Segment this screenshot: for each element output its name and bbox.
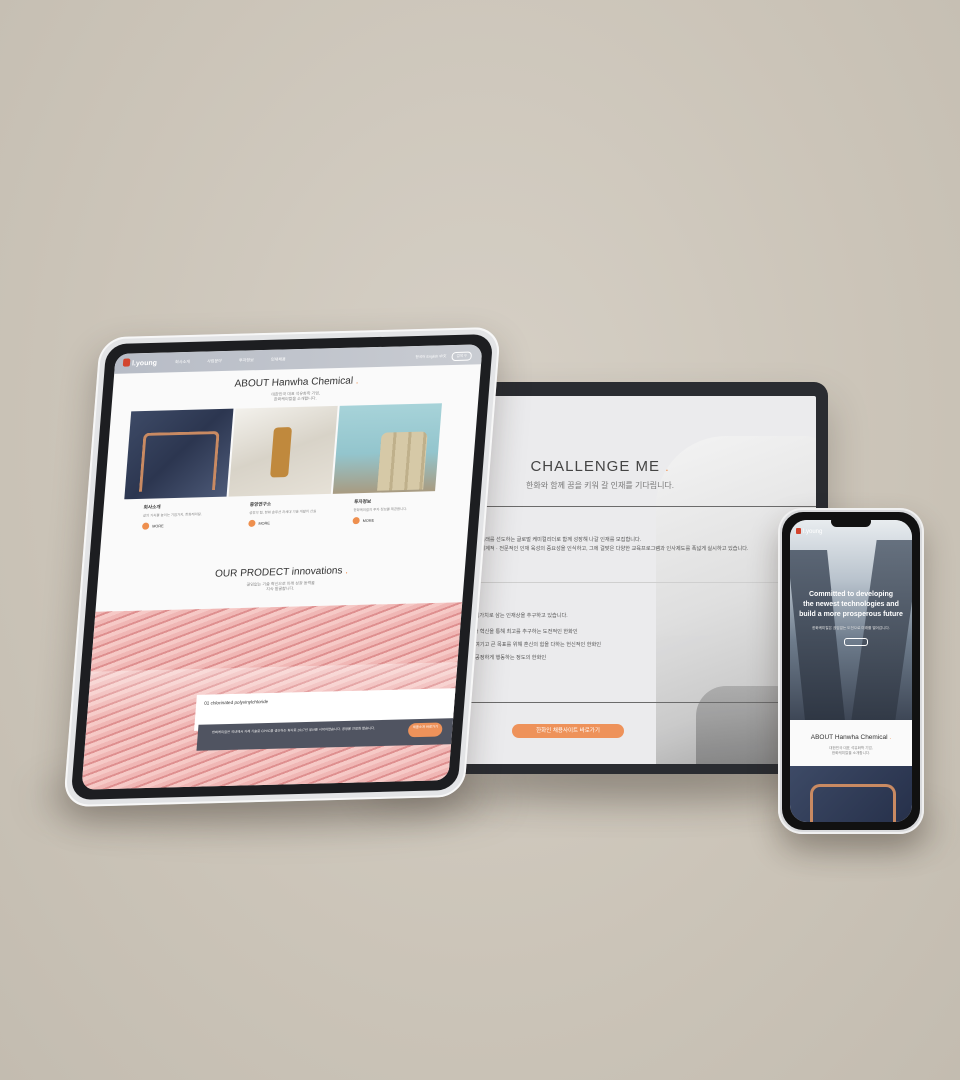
accent-dot: . <box>665 460 670 474</box>
about-subtitle: 대한민국 대표 석유화학 기업, 한화케미칼을 소개합니다. <box>829 746 873 755</box>
building-image <box>790 766 912 822</box>
product-detail-button[interactable]: 제품소개 바로가기 <box>407 722 443 738</box>
phone-screen: l.young Committed to developing the newes… <box>790 520 912 822</box>
hero-more-button[interactable] <box>844 638 868 646</box>
card-title: 회사소개 <box>143 504 161 510</box>
hero-subtext: 한화케미칼은 끊임없는 도전으로 미래를 열어갑니다. <box>812 626 890 630</box>
logo-mark-icon <box>796 528 801 534</box>
arrow-icon <box>248 519 256 527</box>
card-image-building[interactable] <box>124 408 234 500</box>
tablet-device: l.young 회사소개 사업분야 투자정보 인재채용 한국어 English … <box>30 318 530 818</box>
site-logo[interactable]: l.young <box>796 528 822 535</box>
card-caption: 투자정보 한화케미칼의 투자 정보를 제공합니다. MORE <box>352 497 454 524</box>
more-link[interactable]: MORE <box>141 520 243 530</box>
menu-item[interactable]: 회사소개 <box>175 359 190 364</box>
logo-mark-icon <box>122 358 131 367</box>
card-title: 중앙연구소 <box>249 501 272 507</box>
site-logo[interactable]: l.young <box>122 358 158 368</box>
card-image-lab[interactable] <box>228 405 338 497</box>
language-links[interactable]: 한국어 English 中文 <box>415 354 446 359</box>
about-cards <box>124 403 444 501</box>
main-menu: 회사소개 사업분야 투자정보 인재채용 <box>175 356 302 365</box>
card-desc: 삶의 가치를 높이는 기업가치, 한화케미칼. <box>142 512 202 518</box>
product-desc: 한화케미칼은 국내에서 자체 기술로 CPVC를 생산하는 회사로 2017년 … <box>211 726 376 735</box>
menu-item[interactable]: 사업분야 <box>207 358 222 363</box>
menu-item[interactable]: 인재채용 <box>271 356 286 361</box>
arrow-icon <box>352 516 360 524</box>
more-link[interactable]: MORE <box>248 517 349 527</box>
tablet-bezel: l.young 회사소개 사업분야 투자정보 인재채용 한국어 English … <box>70 334 494 800</box>
card-title: 투자정보 <box>353 498 372 505</box>
accent-dot: . <box>889 734 892 741</box>
card-image-silo[interactable] <box>332 403 442 494</box>
hero-image <box>790 520 912 720</box>
accent-dot: . <box>355 375 360 387</box>
hero-headline: Committed to developing the newest techno… <box>799 591 903 618</box>
phone-device: l.young Committed to developing the newes… <box>778 508 924 834</box>
search-icon: ⚲ <box>463 353 467 358</box>
utility-bar: 한국어 English 中文 검색 ⚲ <box>415 351 473 362</box>
about-title: ABOUT Hanwha Chemical . <box>810 734 892 741</box>
top-nav: l.young 회사소개 사업분야 투자정보 인재채용 한국어 English … <box>114 344 483 374</box>
more-link[interactable]: MORE <box>352 514 453 524</box>
accent-dot: . <box>344 565 349 577</box>
product-label: 01 chlorinated polyvinylchloride <box>204 699 269 706</box>
arrow-icon <box>141 522 150 530</box>
phone-bezel: l.young Committed to developing the newes… <box>782 512 920 830</box>
card-desc: 한화케미칼의 투자 정보를 제공합니다. <box>353 506 408 513</box>
card-desc: 성장의 힘, 한화 솔루션 차세대 기술 개발의 산실 <box>249 509 317 515</box>
tablet-frame: l.young 회사소개 사업분야 투자정보 인재채용 한국어 English … <box>62 326 502 808</box>
mockup-scene: CHALLENGE ME . 한화와 함께 꿈을 키워 갈 인재를 기다립니다.… <box>0 0 960 1080</box>
card-caption: 중앙연구소 성장의 힘, 한화 솔루션 차세대 기술 개발의 산실 MORE <box>248 499 350 527</box>
menu-item[interactable]: 투자정보 <box>239 357 254 362</box>
tablet-screen: l.young 회사소개 사업분야 투자정보 인재채용 한국어 English … <box>81 344 483 790</box>
phone-notch <box>831 516 871 527</box>
search-button[interactable]: 검색 ⚲ <box>451 351 473 362</box>
card-caption: 회사소개 삶의 가치를 높이는 기업가치, 한화케미칼. MORE <box>141 502 244 530</box>
